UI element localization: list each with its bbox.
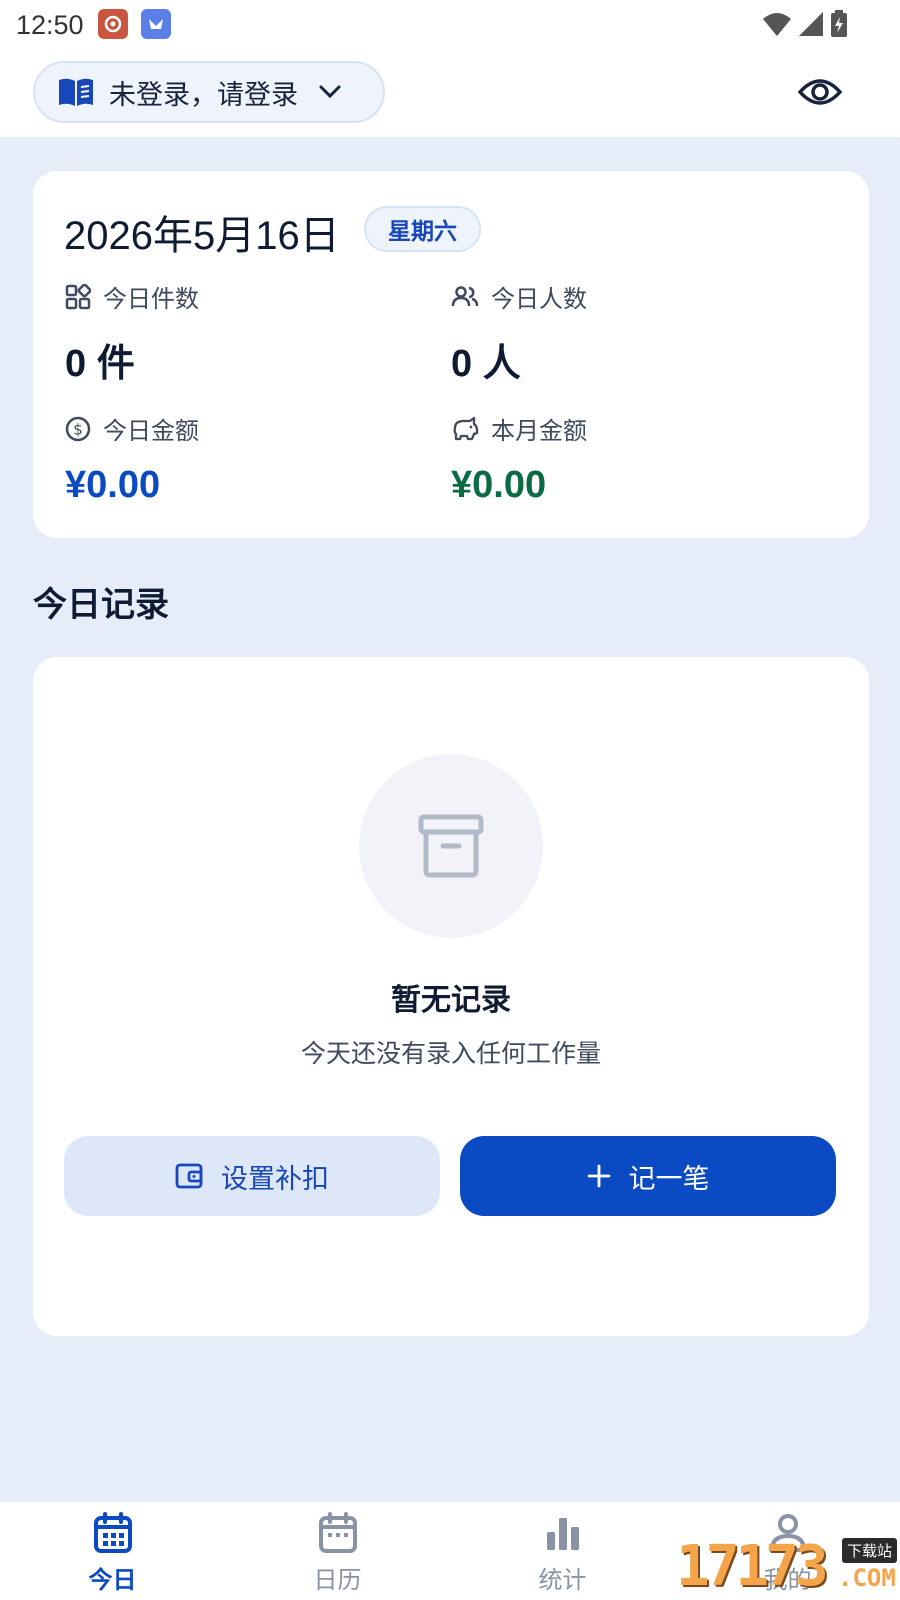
grid-icon — [65, 283, 91, 309]
stat-value: 0 件 — [65, 343, 135, 385]
nav-item-stats[interactable]: 统计 — [450, 1502, 675, 1600]
add-record-label: 记一笔 — [628, 1163, 710, 1195]
set-deduction-label: 设置补扣 — [221, 1163, 329, 1195]
empty-subtitle: 今天还没有录入任何工作量 — [300, 1039, 601, 1068]
people-icon — [451, 285, 479, 306]
plus-icon — [587, 1164, 610, 1188]
nav-item-today[interactable]: 今日 — [0, 1502, 225, 1600]
today-records-card: 暂无记录 今天还没有录入任何工作量 设置补扣 记一笔 — [33, 657, 869, 1336]
calendar-today-icon — [93, 1512, 132, 1553]
nav-item-calendar[interactable]: 日历 — [225, 1502, 450, 1600]
stat-label: 本月金额 — [491, 417, 587, 445]
eye-icon — [798, 79, 842, 105]
stat-label: 今日件数 — [103, 285, 199, 313]
stat-month-amount: 本月金额 ¥0.00 — [451, 411, 587, 507]
piggy-bank-icon — [453, 416, 479, 440]
stat-today-amount: $ 今日金额 ¥0.00 — [65, 411, 199, 507]
current-date: 2026年5月16日 — [64, 214, 340, 258]
notification-bird-icon — [141, 9, 171, 39]
weekday-badge: 星期六 — [364, 206, 481, 252]
dollar-icon: $ — [65, 416, 91, 441]
login-selector[interactable]: 未登录，请登录 — [33, 61, 385, 123]
svg-text:$: $ — [73, 420, 83, 438]
stat-value: ¥0.00 — [451, 464, 547, 506]
watermark-number: 17173 — [676, 1534, 829, 1599]
stat-value: 0 人 — [451, 343, 521, 385]
watermark-tag: 下载站 — [842, 1538, 898, 1563]
watermark-suffix: .COM — [838, 1564, 896, 1592]
status-time: 12:50 — [16, 10, 84, 40]
site-watermark: 17173 下载站 .COM — [676, 1534, 898, 1599]
notification-app-icon — [98, 9, 128, 39]
nav-label: 今日 — [88, 1566, 137, 1594]
nav-label: 日历 — [313, 1566, 362, 1594]
stat-label: 今日金额 — [103, 417, 199, 445]
stat-value: ¥0.00 — [65, 464, 161, 506]
signal-icon — [799, 12, 823, 36]
stat-today-count: 今日件数 0 件 — [65, 279, 199, 387]
wifi-icon — [763, 13, 791, 36]
empty-title: 暂无记录 — [391, 983, 511, 1018]
book-icon — [59, 78, 93, 106]
empty-state-illustration — [359, 754, 543, 938]
stat-today-people: 今日人数 0 人 — [451, 279, 587, 387]
battery-icon — [831, 10, 847, 37]
add-record-button[interactable]: 记一笔 — [460, 1136, 836, 1216]
today-summary-card: 2026年5月16日 星期六 今日件数 0 件 今日人数 0 人 $ 今日金额 … — [33, 171, 869, 538]
stat-label: 今日人数 — [491, 285, 587, 313]
calendar-icon — [318, 1512, 357, 1553]
top-bar: 12:50 未登录，请登录 — [0, 0, 900, 137]
wallet-icon — [175, 1163, 203, 1189]
set-deduction-button[interactable]: 设置补扣 — [64, 1136, 440, 1216]
visibility-toggle-button[interactable] — [796, 70, 844, 114]
login-label: 未登录，请登录 — [109, 79, 298, 111]
status-icons — [762, 10, 848, 38]
archive-box-icon — [418, 814, 484, 878]
nav-label: 统计 — [538, 1566, 587, 1594]
section-title: 今日记录 — [33, 585, 169, 625]
chevron-down-icon — [319, 85, 341, 99]
bar-chart-icon — [546, 1518, 579, 1550]
